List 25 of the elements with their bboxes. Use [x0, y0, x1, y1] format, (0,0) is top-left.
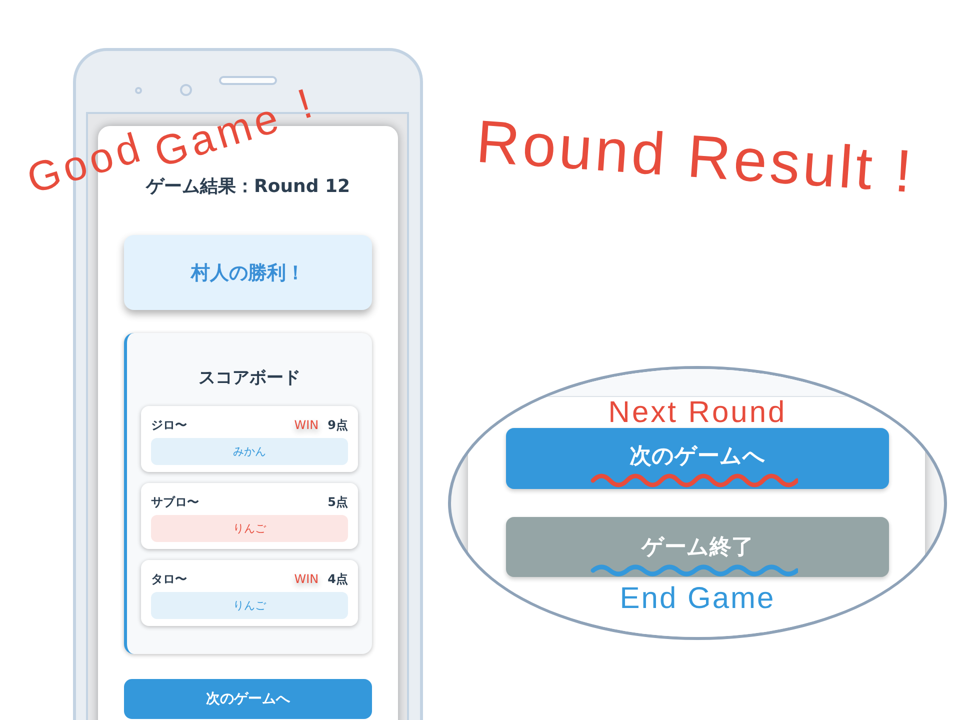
player-points: 5点: [328, 494, 348, 511]
next-game-button[interactable]: 次のゲームへ: [124, 679, 372, 719]
role-tag: みかん: [151, 438, 348, 465]
player-name: サブロ〜: [151, 494, 200, 511]
result-title: ゲーム結果：Round 12: [144, 175, 352, 199]
handwritten-note: End Game: [618, 581, 776, 617]
handwritten-note: Round Result !: [474, 106, 917, 208]
win-label: WIN: [294, 571, 319, 588]
end-game-button[interactable]: ゲーム終了: [506, 517, 889, 577]
next-game-button[interactable]: 次のゲームへ: [506, 428, 889, 489]
player-points: 9点: [328, 417, 348, 434]
speaker-icon: [219, 76, 277, 85]
sensor-icon: [135, 87, 142, 94]
player-points: 4点: [328, 571, 348, 588]
player-name: ジロ〜: [151, 417, 188, 434]
winner-banner: 村人の勝利！: [124, 235, 372, 310]
scoreboard-title: スコアボード: [198, 367, 302, 390]
handwritten-note: Game: [150, 96, 286, 174]
role-tag: りんご: [151, 515, 348, 542]
player-name: タロ〜: [151, 571, 188, 588]
win-label: WIN: [294, 417, 319, 434]
handwritten-note: !: [293, 83, 316, 125]
role-tag: りんご: [151, 592, 348, 619]
camera-icon: [180, 84, 192, 96]
handwritten-note: Next Round: [607, 397, 788, 428]
